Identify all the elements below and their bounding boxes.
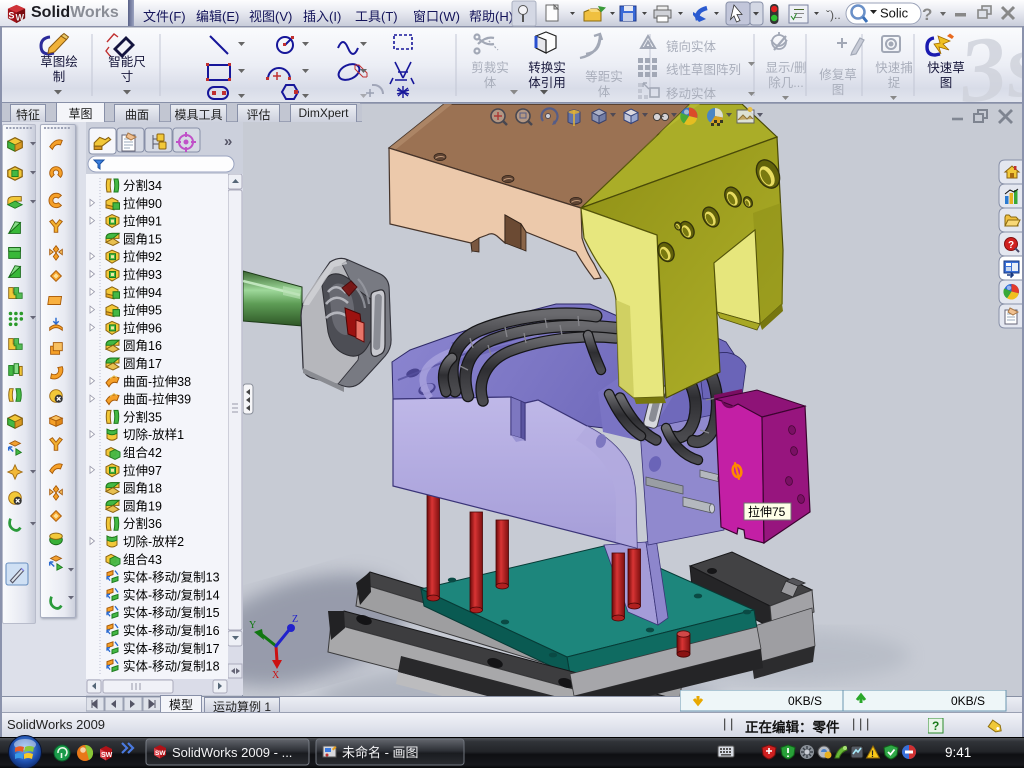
svg-text:圆角17: 圆角17 [123,357,162,371]
svg-text:Solic: Solic [880,6,909,21]
svg-text:拉伸92: 拉伸92 [123,249,162,264]
svg-text:分割35: 分割35 [123,409,162,424]
svg-text:曲面-拉伸38: 曲面-拉伸38 [123,374,191,389]
svg-text:W: W [16,13,25,23]
svg-text:拉伸93: 拉伸93 [123,267,162,282]
svg-text:?: ? [1008,240,1014,251]
svg-text:SW: SW [101,752,113,759]
svg-text:拉伸97: 拉伸97 [123,463,162,478]
svg-text:?: ? [922,5,932,24]
svg-text:组合43: 组合43 [123,552,162,567]
svg-text:SW: SW [155,750,166,757]
svg-text:圆角16: 圆角16 [123,339,162,353]
svg-text:拉伸90: 拉伸90 [123,196,162,211]
svg-text:实体-移动/复制16: 实体-移动/复制16 [123,623,220,638]
svg-text:X: X [272,670,280,681]
svg-text:实体-移动/复制18: 实体-移动/复制18 [123,659,220,674]
svg-text:SolidWorks 2009 - ...: SolidWorks 2009 - ... [172,745,292,760]
svg-text:拉伸91: 拉伸91 [123,214,162,229]
svg-text:Y: Y [249,620,256,631]
svg-text:!: ! [871,749,874,759]
svg-text:曲面-拉伸39: 曲面-拉伸39 [123,392,191,407]
svg-text:实体-移动/复制14: 实体-移动/复制14 [123,587,220,602]
svg-text:?: ? [932,719,939,733]
svg-text:Z: Z [292,614,298,625]
svg-text:拉伸75: 拉伸75 [748,504,786,519]
svg-text:圆角15: 圆角15 [123,232,162,246]
svg-text:拉伸95: 拉伸95 [123,303,162,318]
svg-text:分割36: 分割36 [123,516,162,531]
svg-text:»: » [224,133,232,150]
svg-text:拉伸94: 拉伸94 [123,285,162,300]
svg-text:S: S [8,10,14,20]
svg-text:组合42: 组合42 [123,445,162,460]
svg-text:9:41: 9:41 [945,745,971,760]
svg-text:0KB/S: 0KB/S [788,694,822,708]
svg-text:实体-移动/复制17: 实体-移动/复制17 [123,641,220,656]
svg-text:拉伸96: 拉伸96 [123,320,162,335]
svg-text:实体-移动/复制13: 实体-移动/复制13 [123,570,220,585]
svg-text:切除-放样1: 切除-放样1 [123,427,184,442]
svg-text:ˇ)..: ˇ).. [826,8,841,22]
svg-text:切除-放样2: 切除-放样2 [123,534,184,549]
svg-text:圆角19: 圆角19 [123,499,162,513]
svg-text:未命名 - 画图: 未命名 - 画图 [342,745,419,760]
svg-text:分割34: 分割34 [123,178,162,193]
svg-text:实体-移动/复制15: 实体-移动/复制15 [123,605,220,620]
svg-text:圆角18: 圆角18 [123,482,162,496]
svg-text:0KB/S: 0KB/S [951,694,985,708]
